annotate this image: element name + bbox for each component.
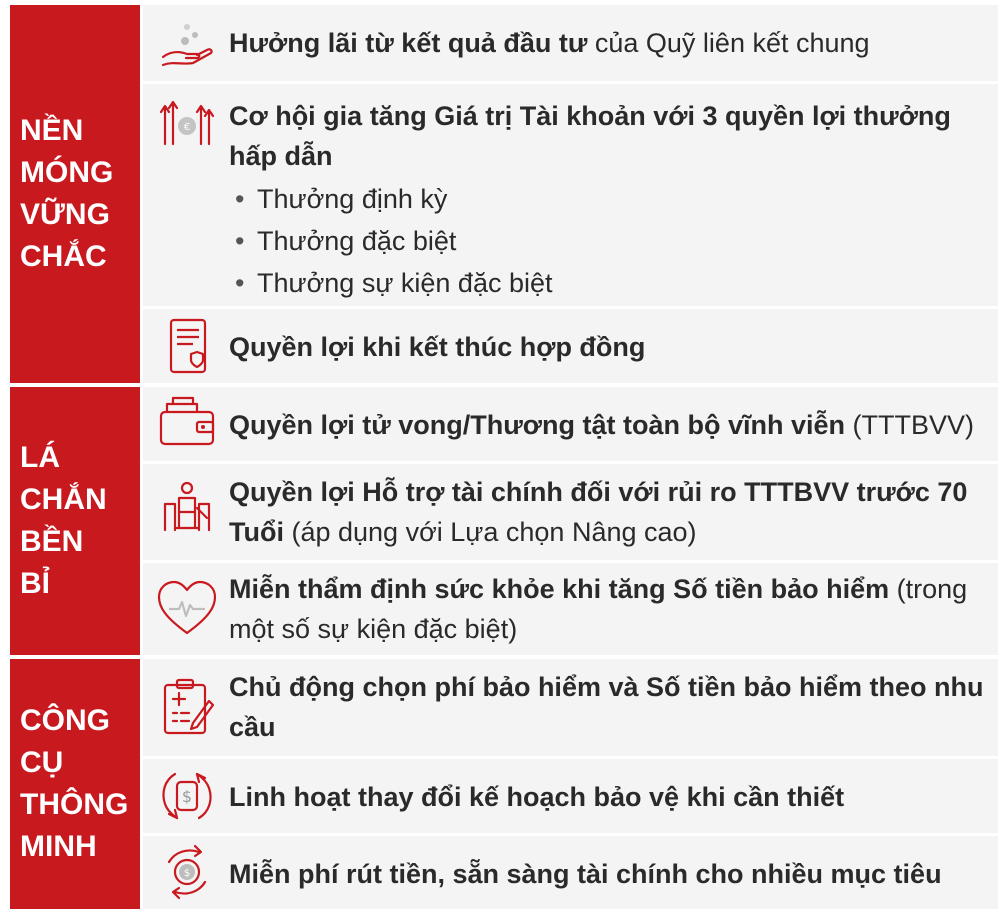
feature-bold: Cơ hội gia tăng Giá trị Tài khoản với 3 … xyxy=(229,101,951,171)
feature-row: Quyền lợi tử vong/Thương tật toàn bộ vĩn… xyxy=(143,387,998,461)
dollar-cycle-icon: $ xyxy=(157,766,217,826)
group-la-chan-ben-bi: LÁ CHẮN BỀN BỈ Quyền lợi tử vong/Thương … xyxy=(0,387,998,655)
svg-text:€: € xyxy=(184,122,190,133)
feature-row: Quyền lợi khi kết thúc hợp đồng xyxy=(143,309,998,383)
heart-pulse-icon xyxy=(157,579,217,639)
feature-text: Linh hoạt thay đổi kế hoạch bảo vệ khi c… xyxy=(229,777,984,817)
feature-row: Chủ động chọn phí bảo hiểm và Số tiền bả… xyxy=(143,659,998,756)
feature-bold: Linh hoạt thay đổi kế hoạch bảo vệ khi c… xyxy=(229,782,845,812)
feature-bold: Quyền lợi tử vong/Thương tật toàn bộ vĩn… xyxy=(229,410,845,440)
feature-text: Quyền lợi khi kết thúc hợp đồng xyxy=(229,327,984,367)
group-title: LÁ CHẮN BỀN BỈ xyxy=(20,441,107,600)
feature-text: Quyền lợi Hỗ trợ tài chính đối với rủi r… xyxy=(229,472,984,552)
disabled-person-icon xyxy=(157,478,217,538)
feature-row: Miễn thẩm định sức khỏe khi tăng Số tiền… xyxy=(143,563,998,655)
group-title: NỀN MÓNG VỮNG CHẮC xyxy=(20,114,114,273)
feature-normal: (TTTBVV) xyxy=(845,410,975,440)
page: { "accent_color": "#c8191f", "row_backgr… xyxy=(0,0,998,909)
hand-coins-icon xyxy=(157,13,217,73)
group-cong-cu-thong-minh: CÔNG CỤ THÔNG MINH Chủ động chọn phí bảo… xyxy=(0,659,998,909)
feature-normal: (áp dụng với Lựa chọn Nâng cao) xyxy=(283,517,697,547)
feature-bold: Hưởng lãi từ kết quả đầu tư xyxy=(229,28,588,58)
value-growth-icon: € xyxy=(157,94,217,154)
coin-exchange-icon: $ xyxy=(157,842,217,902)
group-title-panel: CÔNG CỤ THÔNG MINH xyxy=(10,659,140,909)
feature-bold: Miễn phí rút tiền, sẵn sàng tài chính ch… xyxy=(229,859,942,889)
feature-text: Quyền lợi tử vong/Thương tật toàn bộ vĩn… xyxy=(229,405,984,445)
group-title-panel: NỀN MÓNG VỮNG CHẮC xyxy=(10,5,140,383)
feature-row: € Cơ hội gia tăng Giá trị Tài khoản với … xyxy=(143,84,998,306)
bonus-item: Thưởng định kỳ xyxy=(229,178,984,220)
feature-row: Hưởng lãi từ kết quả đầu tư của Quỹ liên… xyxy=(143,5,998,81)
bonus-item: Thưởng sự kiện đặc biệt xyxy=(229,262,984,304)
feature-row: $ Miễn phí rút tiền, sẵn sàng tài chính … xyxy=(143,836,998,909)
svg-text:$: $ xyxy=(184,868,190,879)
feature-normal: của Quỹ liên kết chung xyxy=(587,28,870,58)
feature-row: Quyền lợi Hỗ trợ tài chính đối với rủi r… xyxy=(143,464,998,560)
feature-bold: Quyền lợi khi kết thúc hợp đồng xyxy=(229,332,646,362)
bonus-list: Thưởng định kỳ Thưởng đặc biệt Thưởng sự… xyxy=(229,178,984,304)
feature-bold: Miễn thẩm định sức khỏe khi tăng Số tiền… xyxy=(229,574,890,604)
feature-row: $ Linh hoạt thay đổi kế hoạch bảo vệ khi… xyxy=(143,759,998,833)
bonus-item: Thưởng đặc biệt xyxy=(229,220,984,262)
feature-bold: Chủ động chọn phí bảo hiểm và Số tiền bả… xyxy=(229,672,984,742)
feature-text: Chủ động chọn phí bảo hiểm và Số tiền bả… xyxy=(229,667,984,747)
clipboard-edit-icon xyxy=(157,677,217,737)
contract-document-icon xyxy=(157,316,217,376)
feature-text: Miễn thẩm định sức khỏe khi tăng Số tiền… xyxy=(229,569,984,649)
wallet-icon xyxy=(157,394,217,454)
group-title-panel: LÁ CHẮN BỀN BỈ xyxy=(10,387,140,655)
feature-text: Hưởng lãi từ kết quả đầu tư của Quỹ liên… xyxy=(229,23,984,63)
group-title: CÔNG CỤ THÔNG MINH xyxy=(20,704,129,863)
svg-text:$: $ xyxy=(182,787,192,806)
feature-text: Cơ hội gia tăng Giá trị Tài khoản với 3 … xyxy=(229,96,984,304)
group-nen-mong-vung-chac: NỀN MÓNG VỮNG CHẮC Hưởng lãi từ kết quả … xyxy=(0,5,998,383)
feature-text: Miễn phí rút tiền, sẵn sàng tài chính ch… xyxy=(229,854,984,894)
